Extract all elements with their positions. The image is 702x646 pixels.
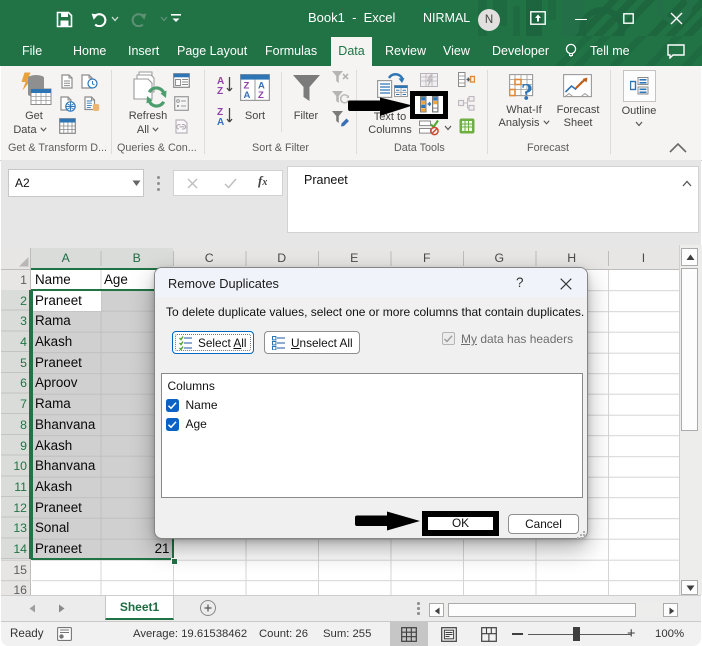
svg-text:?: ? <box>521 80 533 100</box>
